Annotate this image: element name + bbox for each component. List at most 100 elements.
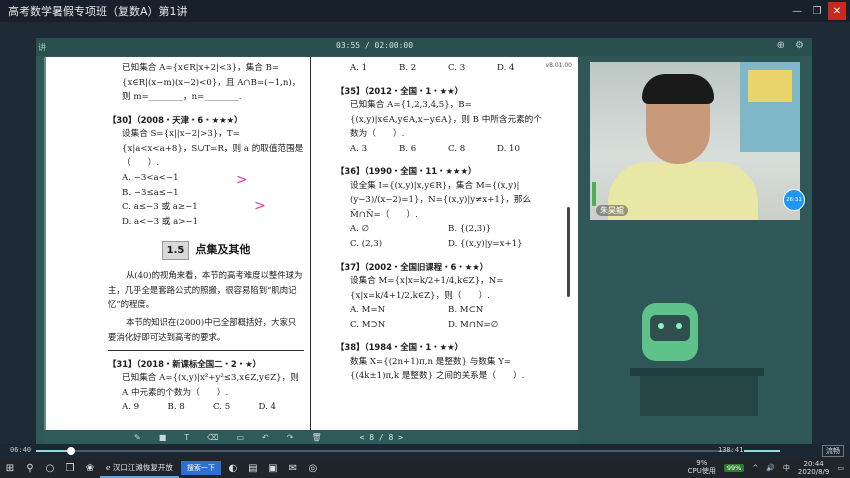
divider	[108, 349, 304, 351]
question-head: 【38】（1984・全国・1・★★）	[336, 342, 463, 353]
question-prev: 已知集合 A={x∈R|x+2|<3}，集合 B={x∈R|(x−m)(x−2)…	[108, 61, 304, 105]
app-icon[interactable]: ❀	[80, 458, 100, 478]
paragraph: 本节的知识在(2000)中已全部概括好，大家只要消化好即可达到高考的要求。	[108, 317, 297, 342]
timer-badge[interactable]: 26:31	[783, 189, 805, 211]
delete-icon[interactable]: 🗑	[311, 433, 321, 442]
search-icon[interactable]: ⚲	[20, 458, 40, 478]
question-head: 【31】（2018・新课标全国二・2・★）	[108, 358, 261, 369]
seek-handle[interactable]	[66, 447, 75, 455]
task-view-icon[interactable]: ❒	[60, 458, 80, 478]
eraser-icon[interactable]: ⌫	[207, 433, 218, 442]
question-35: 【35】（2012・全国・1・★★） 已知集合 A={1,2,3,4,5}，B=…	[336, 84, 546, 157]
option: C. (2,3)	[350, 239, 383, 250]
option: C. 3	[448, 63, 466, 73]
question-options: A. ∅ B. {(2,3)} C. (2,3) D. {(x,y)|y=x+1…	[336, 222, 546, 251]
taskbar-search-button[interactable]: 搜索一下	[180, 461, 221, 475]
notification-icon[interactable]: ▭	[837, 464, 844, 472]
question-37: 【37】（2002・全国旧课程・6・★★） 设集合 M={x|x=k/2+1/4…	[336, 260, 546, 333]
question-prev-options: A. 1 B. 2 C. 3 D. 4	[336, 61, 546, 76]
option: D. M∩N=∅	[448, 319, 499, 330]
teacher-shirt	[608, 162, 758, 220]
question-head: 【36】（1990・全国・11・★★★）	[336, 166, 477, 177]
paragraph: 从(40)的视角来看，本节的高考难度以整件球为主，几乎全是套路公式的照搬，很容易…	[108, 270, 303, 309]
teacher-name: 朱昊鲲	[596, 205, 628, 216]
ime-indicator[interactable]: 中	[783, 463, 790, 473]
tray-chevron-icon[interactable]: ^	[752, 464, 758, 472]
option: C. a≤−3 或 a≥−1	[122, 202, 198, 213]
window-title: 高考数学暑假专项班（复数A）第1讲	[8, 5, 188, 18]
end-time: 138:41	[718, 446, 744, 454]
taskbar-app-browser[interactable]: ℯ 汉口江滩恢复开放	[100, 458, 179, 478]
zoom-icon[interactable]: ⊕	[777, 40, 785, 51]
question-head: 【37】（2002・全国旧课程・6・★★）	[336, 261, 489, 272]
option: B. 2	[399, 63, 417, 73]
mail-icon[interactable]: ✉	[283, 458, 303, 478]
option: D. 10	[497, 143, 520, 154]
teacher-webcam: 朱昊鲲	[590, 62, 800, 220]
question-38: 【38】（1984・全国・1・★★） 数集 X={(2n+1)π,n 是整数} …	[336, 340, 546, 384]
option: C. M⊃N	[350, 319, 386, 330]
redo-icon[interactable]: ↷	[287, 433, 294, 442]
page-indicator[interactable]: < 8 / 8 >	[360, 433, 403, 442]
option: A. 1	[350, 63, 368, 73]
quality-button[interactable]: 流畅	[822, 445, 844, 457]
option: B. M⊂N	[448, 305, 484, 316]
battery-badge[interactable]: 99%	[723, 464, 745, 472]
question-stem: 设集合 S={x||x−2|>3}，T={x|a<x<a+8}，S∪T=R，则 …	[122, 129, 304, 169]
option: D. a<−3 或 a>−1	[122, 216, 199, 227]
option: D. 4	[497, 63, 515, 73]
restore-icon[interactable]: ❐	[808, 2, 826, 20]
text-icon[interactable]: T	[184, 433, 189, 442]
mascot-eye	[658, 323, 664, 329]
option: B. −3≤a≤−1	[122, 187, 179, 198]
cortana-icon[interactable]: ○	[40, 458, 60, 478]
volume-slider[interactable]	[744, 450, 780, 452]
color-icon[interactable]: ■	[159, 433, 167, 442]
clock[interactable]: 20:44 2020/8/9	[798, 460, 829, 476]
shape-icon[interactable]: ▭	[236, 433, 244, 442]
window-controls: — ❐ ✕	[788, 2, 850, 20]
doc-version: v8.01.00	[545, 62, 572, 69]
back-button[interactable]: 讲	[36, 42, 46, 53]
option: C. 8	[448, 143, 466, 154]
question-options: A. −3<a<−1 B. −3≤a≤−1 C. a≤−3 或 a≥−1 D. …	[108, 171, 304, 229]
pen-icon[interactable]: ✎	[134, 433, 141, 442]
classroom-app-icon[interactable]: ◎	[303, 458, 323, 478]
taskbar: ⊞ ⚲ ○ ❒ ❀ ℯ 汉口江滩恢复开放 搜索一下 ◐ ▤ ▣ ✉ ◎ 9% C…	[0, 458, 850, 478]
current-time: 06:40	[10, 446, 32, 454]
undo-icon[interactable]: ↶	[262, 433, 269, 442]
question-stem: 设全集 I={(x,y)|x,y∈R}，集合 M={(x,y)|(y−3)/(x…	[350, 180, 532, 220]
mascot-face	[650, 315, 690, 341]
edge-icon[interactable]: ◐	[223, 458, 243, 478]
taskbar-app-label: 汉口江滩恢复开放	[112, 462, 173, 472]
cpu-usage: 9% CPU使用	[688, 460, 716, 475]
folder-icon[interactable]: ▤	[243, 458, 263, 478]
settings-icon[interactable]: ⚙	[795, 40, 804, 51]
option: A. −3<a<−1	[122, 172, 179, 183]
cpu-label: CPU使用	[687, 467, 716, 475]
ie-icon: ℯ	[106, 462, 113, 472]
option: B. 8	[167, 402, 185, 413]
left-column: 已知集合 A={x∈R|x+2|<3}，集合 B={x∈R|(x−m)(x−2)…	[108, 61, 304, 423]
question-30: 【30】（2008・天津・6・★★★） 设集合 S={x||x−2|>3}，T=…	[108, 113, 304, 230]
right-column: A. 1 B. 2 C. 3 D. 4 【35】（2012・全国・1・★★） 已…	[336, 61, 546, 392]
doc-scrollbar[interactable]	[567, 207, 570, 297]
mascot-desk	[630, 368, 764, 376]
progress-bar: 06:40 138:41 流畅	[0, 444, 850, 458]
minimize-icon[interactable]: —	[788, 2, 806, 20]
annotation-arrow-icon: >	[236, 172, 248, 188]
playback-time: 03:55 / 02:00:00	[336, 41, 414, 50]
column-divider	[310, 57, 311, 430]
system-tray: 9% CPU使用 99% ^ 🔊 中 20:44 2020/8/9 ▭	[688, 460, 850, 476]
player-top-icons: ⊕ ⚙	[777, 40, 804, 51]
close-icon[interactable]: ✕	[828, 2, 846, 20]
option: A. 9	[122, 402, 140, 413]
windows-start-icon[interactable]: ⊞	[0, 458, 20, 478]
seek-track[interactable]	[36, 447, 732, 455]
document-page: v8.01.00 已知集合 A={x∈R|x+2|<3}，集合 B={x∈R|(…	[44, 57, 578, 430]
volume-icon[interactable]: 🔊	[766, 464, 775, 472]
audio-level-icon	[592, 182, 596, 206]
store-icon[interactable]: ▣	[263, 458, 283, 478]
question-head: 【30】（2008・天津・6・★★★）	[108, 114, 243, 125]
seek-fill	[36, 450, 71, 452]
